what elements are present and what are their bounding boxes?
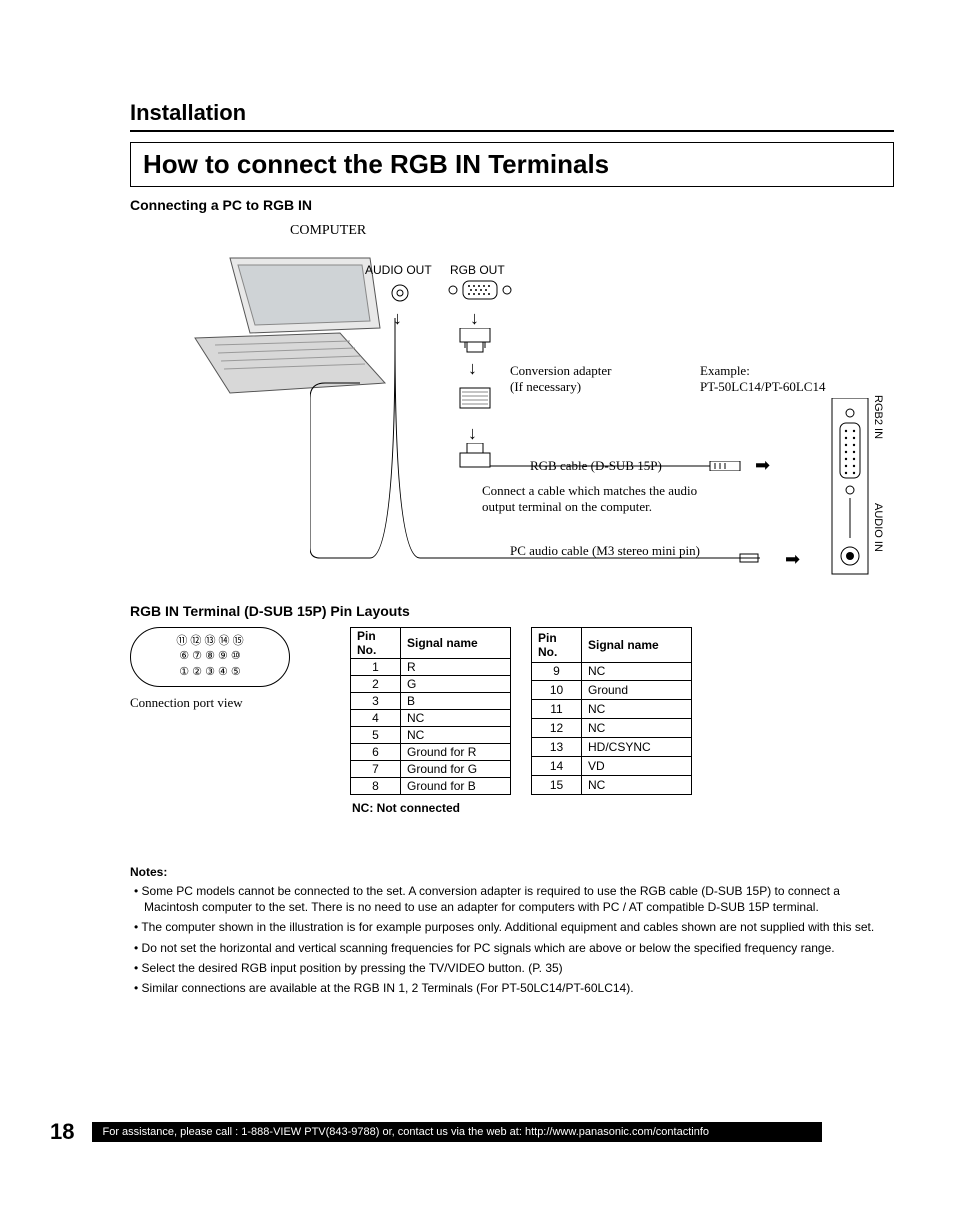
list-item: The computer shown in the illustration i…	[130, 919, 894, 935]
notes-title: Notes:	[130, 865, 894, 879]
computer-label: COMPUTER	[290, 223, 366, 239]
page-number: 18	[50, 1119, 74, 1145]
audio-cable-line	[310, 318, 810, 568]
rear-panel-icon	[830, 398, 870, 578]
dsub-row: ① ② ③ ④ ⑤	[141, 665, 279, 680]
table-row: 6Ground for R	[351, 744, 511, 761]
table-row: 10Ground	[532, 681, 692, 700]
audio-out-label: AUDIO OUT	[365, 263, 432, 277]
pin-layout-section: ⑪ ⑫ ⑬ ⑭ ⑮ ⑥ ⑦ ⑧ ⑨ ⑩ ① ② ③ ④ ⑤ Connection…	[130, 627, 894, 795]
pin-header-no: Pin No.	[351, 628, 401, 659]
notes-block: Notes: Some PC models cannot be connecte…	[130, 865, 894, 996]
list-item: Similar connections are available at the…	[130, 980, 894, 996]
dsub-row: ⑥ ⑦ ⑧ ⑨ ⑩	[141, 649, 279, 664]
section-title: Installation	[130, 100, 894, 132]
pin-table-right: Pin No.Signal name 9NC 10Ground 11NC 12N…	[531, 627, 692, 795]
pin-header-name: Signal name	[582, 628, 692, 663]
pin-tables: Pin No.Signal name 1R 2G 3B 4NC 5NC 6Gro…	[350, 627, 692, 795]
table-row: 2G	[351, 676, 511, 693]
table-row: 1R	[351, 659, 511, 676]
nc-note: NC: Not connected	[352, 801, 894, 815]
notes-list: Some PC models cannot be connected to th…	[130, 883, 894, 996]
list-item: Select the desired RGB input position by…	[130, 960, 894, 976]
subhead-pin-layouts: RGB IN Terminal (D-SUB 15P) Pin Layouts	[130, 603, 894, 619]
connection-diagram: COMPUTER AUDIO OUT RGB OUT ↓ ↓ ↓ Convers…	[130, 223, 894, 583]
table-row: 12NC	[532, 719, 692, 738]
pin-header-no: Pin No.	[532, 628, 582, 663]
port-view: ⑪ ⑫ ⑬ ⑭ ⑮ ⑥ ⑦ ⑧ ⑨ ⑩ ① ② ③ ④ ⑤ Connection…	[130, 627, 310, 711]
table-row: 4NC	[351, 710, 511, 727]
dsub-connector-icon: ⑪ ⑫ ⑬ ⑭ ⑮ ⑥ ⑦ ⑧ ⑨ ⑩ ① ② ③ ④ ⑤	[130, 627, 290, 687]
table-row: 5NC	[351, 727, 511, 744]
subhead-connecting: Connecting a PC to RGB IN	[130, 197, 894, 213]
table-row: 8Ground for B	[351, 778, 511, 795]
footer-bar: For assistance, please call : 1-888-VIEW…	[92, 1122, 822, 1142]
main-title: How to connect the RGB IN Terminals	[143, 149, 881, 180]
port-caption: Connection port view	[130, 695, 310, 711]
vga-port-icon	[445, 278, 515, 302]
audio-jack-icon	[390, 283, 410, 303]
table-row: 11NC	[532, 700, 692, 719]
list-item: Some PC models cannot be connected to th…	[130, 883, 894, 915]
rgb2-in-label: RGB2 IN	[872, 395, 884, 439]
footer: 18 For assistance, please call : 1-888-V…	[50, 1119, 822, 1145]
audio-in-label: AUDIO IN	[872, 503, 884, 552]
table-row: 7Ground for G	[351, 761, 511, 778]
table-row: 9NC	[532, 662, 692, 681]
main-title-box: How to connect the RGB IN Terminals	[130, 142, 894, 187]
table-row: 13HD/CSYNC	[532, 738, 692, 757]
pin-table-left: Pin No.Signal name 1R 2G 3B 4NC 5NC 6Gro…	[350, 627, 511, 795]
table-row: 3B	[351, 693, 511, 710]
arrow-right-icon: ➡	[785, 549, 800, 570]
table-row: 14VD	[532, 757, 692, 776]
table-row: 15NC	[532, 776, 692, 795]
rgb-out-label: RGB OUT	[450, 263, 505, 277]
list-item: Do not set the horizontal and vertical s…	[130, 940, 894, 956]
dsub-row: ⑪ ⑫ ⑬ ⑭ ⑮	[141, 634, 279, 649]
pin-header-name: Signal name	[401, 628, 511, 659]
